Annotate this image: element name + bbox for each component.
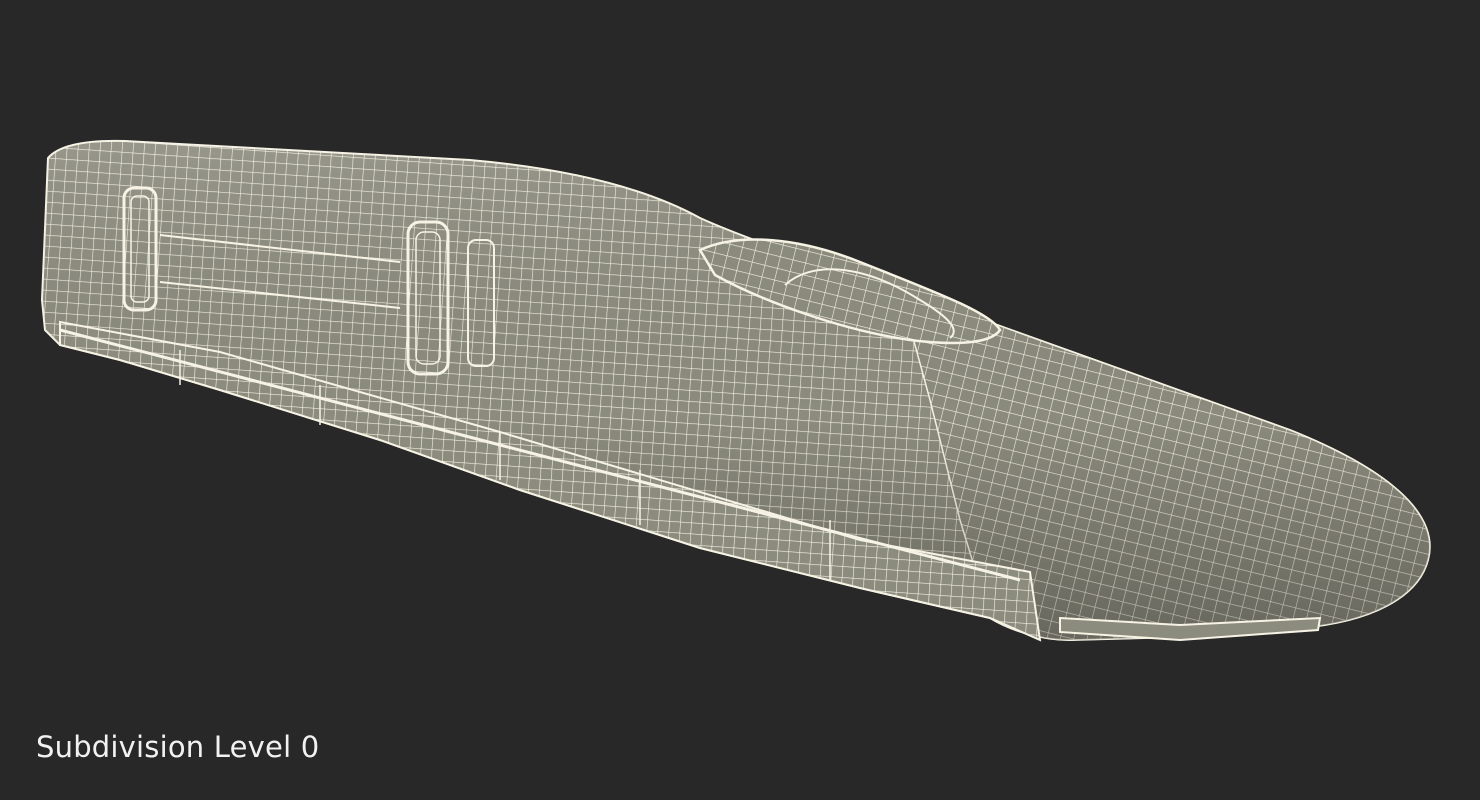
subdivision-caption: Subdivision Level 0: [36, 730, 320, 764]
train-wireframe-icon: [40, 139, 1431, 642]
render-viewport: Subdivision Level 0: [0, 0, 1480, 800]
